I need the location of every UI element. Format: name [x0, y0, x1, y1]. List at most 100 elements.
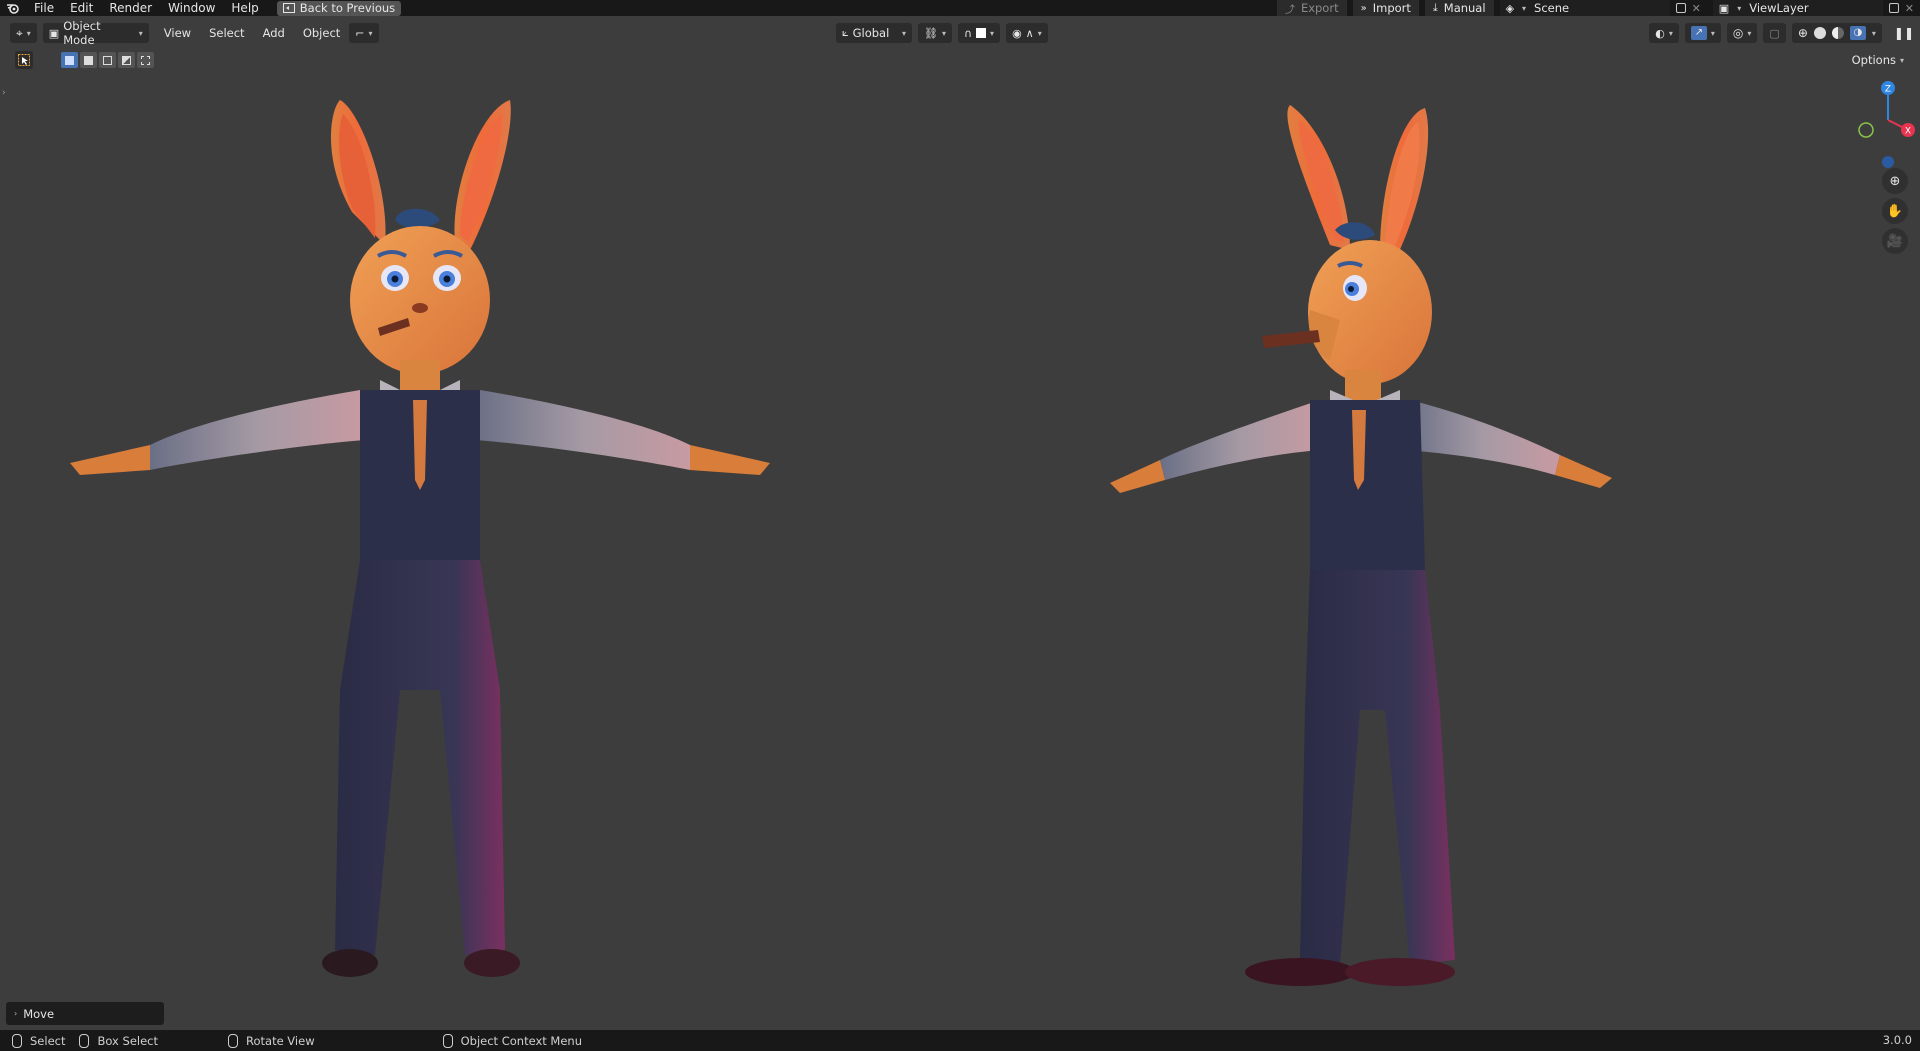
select-intersect-mode-button[interactable]	[137, 52, 154, 68]
rendered-scene	[70, 100, 1612, 986]
material-shading-icon[interactable]	[1831, 27, 1844, 39]
xray-icon: ▢	[1769, 26, 1780, 40]
editor-type-button[interactable]: ⌖ ▾	[10, 23, 37, 43]
falloff-icon: ∧	[1025, 26, 1034, 40]
blender-logo-icon[interactable]	[0, 0, 26, 16]
gizmo-x-label: X	[1905, 127, 1911, 137]
object-mode-icon: ▣	[48, 26, 60, 40]
status-box-select: Box Select	[79, 1030, 158, 1051]
export-button[interactable]: ⤴ Export	[1276, 0, 1347, 16]
pause-render-icon[interactable]: ❚❚	[1894, 26, 1914, 40]
chevron-down-icon: ▾	[368, 28, 373, 38]
xray-toggle[interactable]: ▢	[1763, 23, 1786, 43]
tool-settings-row: Options ▾	[0, 50, 1920, 70]
version-label: 3.0.0	[1882, 1033, 1912, 1047]
object-mode-label: Object Mode	[63, 19, 101, 47]
eye-icon: ◐	[1655, 26, 1665, 40]
menu-help[interactable]: Help	[223, 0, 266, 16]
gizmos-toggle[interactable]: ↗ ▾	[1684, 23, 1721, 43]
last-operator-panel[interactable]: › Move	[6, 1002, 164, 1025]
close-scene-icon[interactable]: ✕	[1692, 2, 1701, 15]
header-menu-object[interactable]: Object	[294, 23, 349, 43]
top-bar: File Edit Render Window Help Back to Pre…	[0, 0, 1920, 16]
back-to-previous-button[interactable]: Back to Previous	[276, 0, 402, 16]
proportional-edit-toggle[interactable]: ◉ ∧ ▾	[1006, 23, 1048, 43]
export-label: Export	[1300, 1, 1339, 15]
new-viewlayer-icon[interactable]	[1888, 3, 1899, 13]
gizmo-neg-y-axis[interactable]	[1858, 122, 1874, 138]
3d-viewport[interactable]: Z X ⊕ ✋ 🎥	[0, 70, 1920, 1030]
solid-shading-icon[interactable]	[1813, 27, 1826, 39]
options-dropdown[interactable]: Options ▾	[1846, 52, 1910, 68]
gizmo-icon: ↗	[1690, 26, 1707, 40]
import-button[interactable]: » Import	[1352, 0, 1419, 16]
transform-orientation-dropdown[interactable]: ⟀ Global ▾	[836, 23, 912, 43]
mouse-drag-icon	[79, 1033, 90, 1048]
viewlayer-selector[interactable]: ▣ ▾ ViewLayer	[1712, 0, 1883, 16]
navigation-gizmo[interactable]: Z X	[1840, 78, 1920, 168]
chevron-down-icon[interactable]: ▾	[1872, 29, 1876, 38]
status-select: Select	[12, 1030, 65, 1051]
overlays-icon: ◎	[1732, 26, 1744, 40]
download-icon: ⤓	[1432, 1, 1438, 14]
pivot-point-dropdown[interactable]: ⛓ ▾	[918, 23, 952, 43]
chevron-down-icon: ▾	[901, 28, 906, 38]
top-right-tools: ⤴ Export » Import ⤓ Manual ◈ ▾ Scene ✕ ▣…	[1276, 0, 1920, 16]
menu-file[interactable]: File	[26, 0, 62, 16]
header-menu-select[interactable]: Select	[200, 23, 253, 43]
scene-name-field[interactable]: Scene	[1534, 1, 1569, 15]
close-viewlayer-icon[interactable]: ✕	[1905, 2, 1914, 15]
visibility-dropdown[interactable]: ◐ ▾	[1649, 23, 1679, 43]
hand-icon: ✋	[1886, 203, 1904, 219]
gizmo-z-label: Z	[1885, 85, 1891, 95]
status-rotate: Rotate View	[228, 1030, 315, 1051]
wireframe-shading-icon[interactable]: ⊕	[1798, 26, 1808, 40]
select-new-mode-button[interactable]	[61, 52, 78, 68]
last-operator-label: Move	[23, 1006, 55, 1021]
select-subtract-mode-button[interactable]	[99, 52, 116, 68]
snap-square-icon	[976, 28, 987, 38]
chevron-down-icon: ▾	[990, 28, 995, 38]
new-scene-icon[interactable]	[1675, 3, 1686, 13]
orientation-label: Global	[852, 26, 890, 40]
menu-render[interactable]: Render	[101, 0, 160, 16]
back-to-previous-label: Back to Previous	[299, 1, 396, 15]
viewlayer-name-field[interactable]: ViewLayer	[1749, 1, 1808, 15]
pan-view-button[interactable]: ✋	[1882, 198, 1908, 224]
menu-window[interactable]: Window	[160, 0, 223, 16]
selection-mode-group	[61, 52, 154, 68]
select-cursor-icon	[18, 54, 30, 66]
status-context-menu: Object Context Menu	[442, 1030, 582, 1051]
chevron-down-icon: ▾	[1710, 28, 1715, 38]
rendered-shading-icon[interactable]: ◑	[1849, 26, 1866, 40]
chevron-down-icon: ▾	[1737, 3, 1742, 13]
header-menu-view[interactable]: View	[155, 23, 200, 43]
mouse-middle-icon	[228, 1033, 238, 1048]
object-mode-dropdown[interactable]: ▣ Object Mode ▾	[42, 19, 149, 47]
view3d-icon: ⌖	[16, 25, 23, 40]
gizmo-neg-z-axis[interactable]	[1882, 156, 1894, 168]
scene-icon: ◈	[1505, 1, 1515, 15]
select-invert-mode-button[interactable]	[118, 52, 135, 68]
gizmo-transform-toggle[interactable]: ⌐ ▾	[349, 23, 379, 43]
manual-button[interactable]: ⤓ Manual	[1424, 0, 1494, 16]
zoom-view-button[interactable]: ⊕	[1882, 168, 1908, 194]
chevron-down-icon: ▾	[138, 28, 143, 38]
mouse-right-icon	[442, 1033, 453, 1048]
camera-view-button[interactable]: 🎥	[1882, 228, 1908, 254]
menu-edit[interactable]: Edit	[62, 0, 101, 16]
transform-gizmo-icon: ⌐	[355, 26, 365, 40]
header-menu-add[interactable]: Add	[254, 23, 294, 43]
scene-selector[interactable]: ◈ ▾ Scene	[1499, 0, 1670, 16]
select-extend-mode-button[interactable]	[80, 52, 97, 68]
chevron-down-icon: ▾	[1899, 55, 1904, 65]
mouse-left-icon	[12, 1033, 22, 1048]
chevron-down-icon: ▾	[1747, 28, 1752, 38]
overlays-toggle[interactable]: ◎ ▾	[1726, 23, 1758, 43]
options-label: Options	[1851, 53, 1896, 67]
camera-icon: 🎥	[1886, 233, 1904, 249]
select-intersect-icon	[141, 55, 150, 65]
active-tool-button[interactable]	[15, 51, 33, 69]
chevron-down-icon: ▾	[941, 28, 946, 38]
snap-toggle[interactable]: ∩ ▾	[957, 23, 1001, 43]
